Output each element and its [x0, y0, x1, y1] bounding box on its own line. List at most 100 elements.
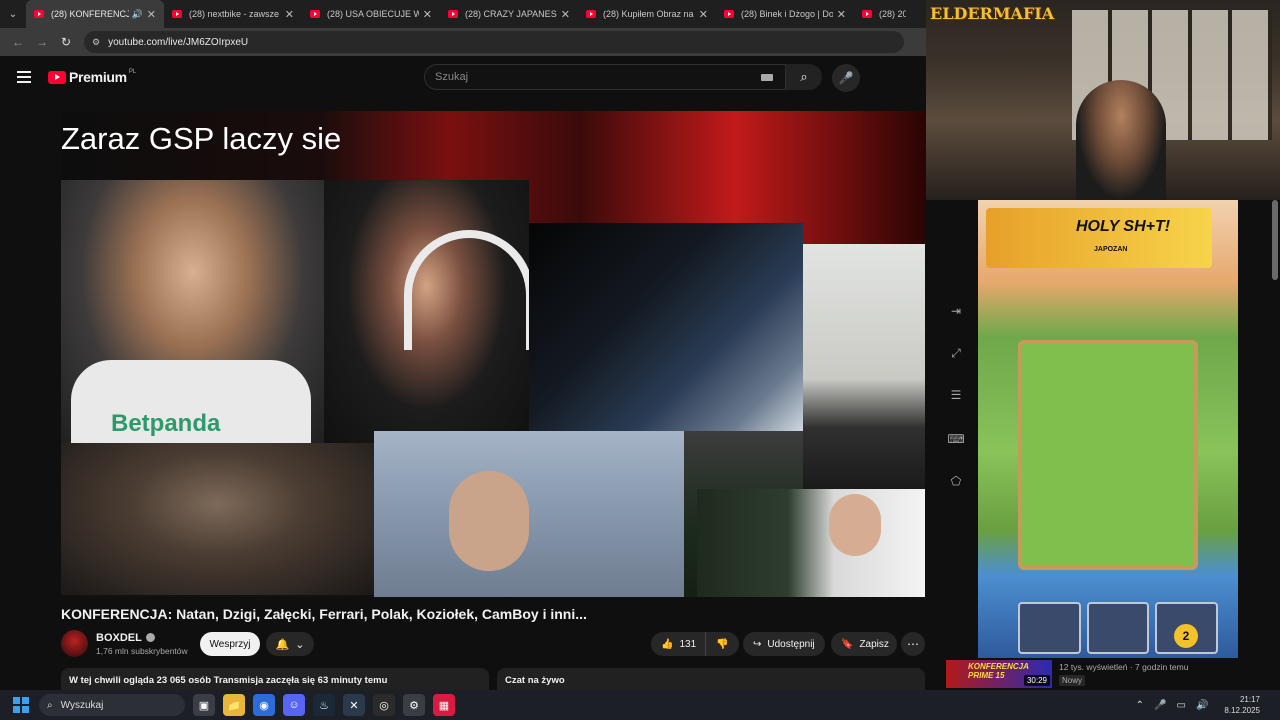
url-text: youtube.com/live/JM6ZOIrpxeU [108, 36, 249, 48]
browser-address-bar: ← → ↻ ⚙ youtube.com/live/JM6ZOIrpxeU [0, 28, 926, 56]
exit-icon[interactable]: ⇥ [946, 304, 966, 324]
browser-tab-0[interactable]: (28) KONFERENCJA: N 🔊 ✕ [26, 0, 164, 28]
chevron-down-icon: ⌄ [295, 638, 305, 651]
headset-shape [404, 230, 529, 350]
close-tab-icon[interactable]: ✕ [699, 8, 708, 21]
game-card [1018, 602, 1081, 654]
youtube-logo[interactable]: Premium PL [48, 69, 136, 85]
more-actions-button[interactable]: ⋯ [901, 632, 925, 656]
youtube-header: Premium PL Szukaj ⌕ 🎤 [0, 56, 926, 100]
search-input[interactable]: Szukaj [424, 64, 786, 90]
browser-tab-6[interactable]: (28) 2026 MC [854, 0, 914, 28]
keyboard-icon[interactable]: ⌨ [946, 432, 966, 452]
tab-title: (28) USA OBIECUJE WZM [327, 9, 419, 19]
join-button[interactable]: Wesprzyj [200, 632, 260, 656]
like-button[interactable]: 👍 131 [651, 632, 705, 656]
screen: ⌄ (28) KONFERENCJA: N 🔊 ✕ (28) nextbike … [0, 0, 1280, 720]
scrollbar[interactable] [1272, 200, 1278, 280]
face-shape [449, 471, 529, 571]
dislike-button[interactable]: 👎 [705, 632, 739, 656]
live-chat-bar[interactable]: Czat na żywo [497, 668, 925, 690]
share-button[interactable]: ↪ Udostępnij [743, 632, 825, 656]
youtube-favicon-icon [586, 10, 596, 18]
game-arena [1018, 340, 1198, 570]
save-button[interactable]: 🔖 Zapisz [831, 632, 897, 656]
browser-tab-5[interactable]: (28) Binek i Dżogo | Dom ✕ [716, 0, 854, 28]
clock[interactable]: 21:17 8.12.2025 [1224, 694, 1260, 716]
obs-icon[interactable]: ◎ [373, 694, 395, 716]
tab-title: (28) 2026 MC [879, 9, 906, 19]
share-label: Udostępnij [767, 638, 815, 650]
windows-start-icon[interactable] [13, 697, 29, 713]
tab-search-chevron-icon[interactable]: ⌄ [0, 0, 26, 28]
settings-icon[interactable]: ⚙ [403, 694, 425, 716]
system-tray: ⌃ 🎤 ▭ 🔊 21:17 8.12.2025 [1136, 690, 1260, 720]
stream-overlay-panel: ELDERMAFIA ⇥ ⤢ ☰ ⌨ ⬠ 🔇 HOLY SH+T! JAPOZA… [926, 0, 1280, 720]
expand-icon[interactable]: ⤢ [946, 346, 966, 366]
task-view-icon[interactable]: ▣ [193, 694, 215, 716]
chrome-icon[interactable]: ◉ [253, 694, 275, 716]
discord-icon[interactable]: ☺ [283, 694, 305, 716]
video-tile-center [324, 180, 529, 445]
back-arrow-icon[interactable]: ← [6, 35, 30, 49]
save-label: Zapisz [859, 638, 889, 650]
close-tab-icon[interactable]: ✕ [561, 8, 570, 21]
browser-tab-1[interactable]: (28) nextbike - zawsze wy ✕ [164, 0, 302, 28]
voice-search-button[interactable]: 🎤 [832, 64, 860, 92]
new-badge: Nowy [1059, 675, 1086, 686]
game-banner: HOLY SH+T! JAPOZAN [986, 208, 1212, 268]
volume-icon[interactable]: 🔊 [1196, 700, 1208, 711]
channel-avatar[interactable] [61, 630, 88, 657]
app-icon[interactable]: ✕ [343, 694, 365, 716]
elixir-count: 2 [1174, 624, 1198, 648]
steam-icon[interactable]: ♨ [313, 694, 335, 716]
file-explorer-icon[interactable]: 📁 [223, 694, 245, 716]
browser-tab-2[interactable]: (28) USA OBIECUJE WZM ✕ [302, 0, 440, 28]
youtube-favicon-icon [172, 10, 182, 18]
youtube-favicon-icon [310, 10, 320, 18]
channel-name[interactable]: BOXDEL [96, 632, 155, 644]
close-tab-icon[interactable]: ✕ [423, 8, 432, 21]
site-info-icon[interactable]: ⚙ [92, 37, 100, 48]
close-tab-icon[interactable]: ✕ [285, 8, 294, 21]
video-tile-room [529, 223, 803, 431]
search-button[interactable]: ⌕ [786, 64, 822, 90]
browser-tab-4[interactable]: (28) Kupiłem Obraz na Ta ✕ [578, 0, 716, 28]
mini-player-tools: ⇥ ⤢ ☰ ⌨ ⬠ 🔇 [926, 200, 978, 720]
share-icon: ↪ [753, 638, 762, 650]
streamer-webcam: ELDERMAFIA [926, 0, 1280, 200]
label-icon[interactable]: ⬠ [946, 474, 966, 494]
youtube-play-icon [48, 70, 66, 84]
banner-subtitle: JAPOZAN [1094, 246, 1128, 253]
taskbar-search[interactable]: ⌕ Wyszukaj [39, 694, 185, 716]
chevron-up-icon[interactable]: ⌃ [1136, 700, 1144, 711]
tab-title: (28) KONFERENCJA: N [51, 9, 129, 19]
speaker-icon[interactable]: 🔊 [132, 9, 143, 20]
forward-arrow-icon[interactable]: → [30, 35, 54, 49]
app-icon[interactable]: ▦ [433, 694, 455, 716]
display-icon[interactable]: ▭ [1177, 700, 1186, 711]
menu-icon[interactable] [17, 71, 31, 83]
reload-icon[interactable]: ↻ [54, 35, 78, 49]
subscriber-count: 1,76 mln subskrybentów [96, 646, 188, 656]
browser-tab-3[interactable]: (28) CRAZY JAPANESE SIM ✕ [440, 0, 578, 28]
notifications-button[interactable]: 🔔 ⌄ [266, 632, 314, 656]
keyboard-icon[interactable] [761, 74, 773, 81]
tab-title: (28) Kupiłem Obraz na Ta [603, 9, 695, 19]
recommended-video-meta: 12 tys. wyświetleń · 7 godzin temu [1059, 662, 1189, 672]
sliders-icon[interactable]: ☰ [946, 388, 966, 408]
video-title: KONFERENCJA: Natan, Dzigi, Załęcki, Ferr… [61, 606, 587, 622]
video-tile-right [803, 244, 925, 489]
microphone-icon[interactable]: 🎤 [1154, 700, 1166, 711]
thumbs-down-icon: 👎 [716, 638, 729, 650]
logo-text: Premium [69, 69, 127, 85]
live-stats-bar[interactable]: W tej chwili ogląda 23 065 osób Transmis… [61, 668, 489, 690]
banner-title: HOLY SH+T! [1076, 218, 1171, 235]
url-field[interactable]: ⚙ youtube.com/live/JM6ZOIrpxeU [84, 31, 904, 53]
video-overlay-title: Zaraz GSP laczy sie [61, 121, 342, 156]
recommended-video-thumbnail[interactable]: KONFERENCJA PRIME 15 30:29 [946, 660, 1052, 688]
close-tab-icon[interactable]: ✕ [147, 8, 156, 21]
game-card [1086, 602, 1150, 654]
video-player[interactable]: Betpanda Zaraz GSP laczy sie [61, 111, 925, 597]
close-tab-icon[interactable]: ✕ [837, 8, 846, 21]
